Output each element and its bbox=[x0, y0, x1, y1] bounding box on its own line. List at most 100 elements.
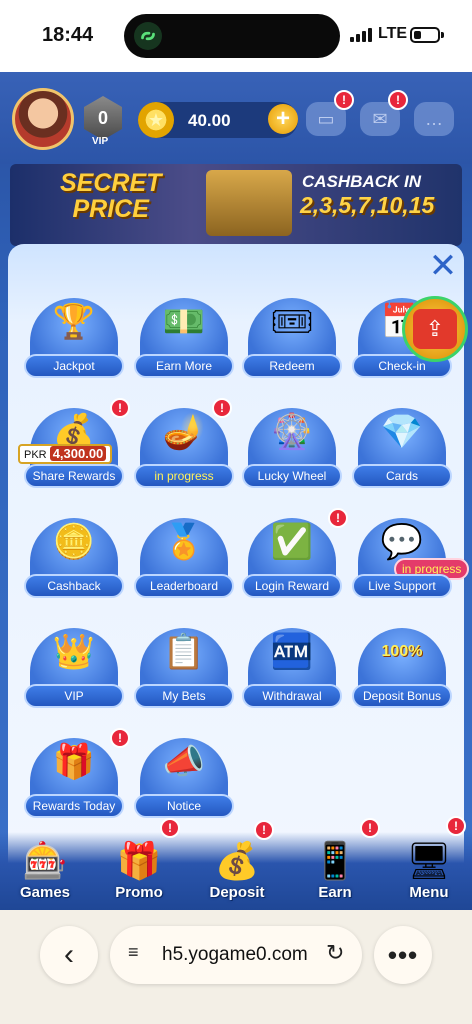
status-bar: 18:44 LTE bbox=[0, 0, 472, 72]
vip-level: 0 bbox=[97, 107, 108, 128]
alert-badge: ! bbox=[446, 816, 466, 836]
alert-badge: ! bbox=[160, 818, 180, 838]
nav-label: Promo bbox=[115, 884, 163, 901]
tile-earn-more[interactable]: 💵 Earn More bbox=[134, 290, 234, 382]
tile-leaderboard[interactable]: 🏅 Leaderboard bbox=[134, 510, 234, 602]
floating-gift-button[interactable]: ⇪ bbox=[402, 296, 468, 362]
cashback-days: 2,3,5,7,10,15 bbox=[300, 192, 435, 218]
coin-icon: ★ bbox=[138, 102, 174, 138]
nav-deposit[interactable]: 💰 Deposit ! bbox=[194, 820, 280, 910]
tile-my-bets[interactable]: 📋 My Bets bbox=[134, 620, 234, 712]
menu-panel: ✕ 🏆 Jackpot 💵 Earn More 🎟 Redeem 📅 Check… bbox=[8, 244, 470, 904]
earn-more-icon: 💵 bbox=[162, 303, 206, 341]
tile-label: Cashback bbox=[24, 574, 124, 598]
back-button[interactable]: ‹ bbox=[40, 926, 98, 984]
tile-share-rewards[interactable]: 💰 PKR 4,300.00 Share Rewards ! bbox=[18, 398, 130, 492]
tile-label: Redeem bbox=[242, 354, 342, 378]
tile-lucky-wheel[interactable]: 🎡 Lucky Wheel bbox=[242, 400, 342, 492]
tile-label: Live Support bbox=[352, 574, 452, 598]
address-bar[interactable]: ≡ h5.yogame0.com ↻ bbox=[110, 926, 362, 984]
bets-icon: 📋 bbox=[162, 633, 206, 671]
reader-audio-icon[interactable]: ≡ bbox=[128, 942, 139, 963]
share-reward-amount: PKR 4,300.00 bbox=[18, 444, 113, 464]
tile-label: Withdrawal bbox=[242, 684, 342, 708]
magic-lamp-icon: 🪔 bbox=[162, 413, 206, 451]
earn-icon: 📱 bbox=[312, 840, 358, 881]
url-text: h5.yogame0.com bbox=[162, 944, 308, 965]
tile-label: Notice bbox=[134, 794, 234, 818]
cashback-title: CASHBACK IN bbox=[302, 172, 421, 191]
atm-icon: 🏧 bbox=[270, 633, 314, 671]
more-button[interactable]: ••• bbox=[374, 926, 432, 984]
share-icon: ⇪ bbox=[413, 309, 457, 349]
promo-icon: 🎁 bbox=[116, 840, 162, 881]
nav-menu[interactable]: 🖥 Menu ! bbox=[386, 816, 472, 910]
tile-vip[interactable]: 👑 VIP bbox=[24, 620, 124, 712]
dynamic-island bbox=[124, 14, 340, 58]
tile-jackpot[interactable]: 🏆 Jackpot bbox=[24, 290, 124, 382]
add-funds-button[interactable]: + bbox=[268, 104, 298, 134]
signal-icon bbox=[350, 28, 372, 42]
tile-label: Cards bbox=[352, 464, 452, 488]
ellipsis-icon: ••• bbox=[387, 939, 419, 970]
alert-badge: ! bbox=[212, 398, 232, 418]
login-reward-icon: ✅ bbox=[270, 523, 314, 561]
game-view: 0 VIP ★ 40.00 + ▭ ! ✉ ! … SECRET PRICE C… bbox=[0, 72, 472, 910]
nav-games[interactable]: 🎰 Games bbox=[2, 832, 88, 910]
tile-label: Deposit Bonus bbox=[352, 684, 452, 708]
nav-label: Games bbox=[19, 884, 71, 901]
app-activity-icon bbox=[134, 22, 162, 50]
browser-toolbar: ‹ ≡ h5.yogame0.com ↻ ••• bbox=[0, 910, 472, 1024]
tile-label: Rewards Today bbox=[24, 794, 124, 818]
alert-badge: ! bbox=[328, 508, 348, 528]
balance-amount: 40.00 bbox=[188, 111, 231, 130]
avatar[interactable] bbox=[12, 88, 74, 150]
network-type: LTE bbox=[378, 25, 408, 42]
alert-badge: ! bbox=[110, 398, 130, 418]
tile-deposit-bonus[interactable]: 100% Deposit Bonus bbox=[352, 620, 452, 712]
menu-icon: 🖥 bbox=[406, 840, 452, 881]
tile-label: Share Rewards bbox=[24, 464, 124, 488]
wallet-alert-badge: ! bbox=[334, 90, 354, 110]
alert-badge: ! bbox=[360, 818, 380, 838]
alert-badge: ! bbox=[254, 820, 274, 840]
safe-illustration bbox=[206, 170, 292, 236]
mail-alert-badge: ! bbox=[388, 90, 408, 110]
tile-cards[interactable]: 💎 Cards bbox=[352, 400, 452, 492]
nav-label: Deposit bbox=[209, 884, 265, 901]
tile-redeem[interactable]: 🎟 Redeem bbox=[242, 290, 342, 382]
gift-box-icon: 🎁 bbox=[52, 743, 96, 781]
promo-banner[interactable]: SECRET PRICE CASHBACK IN 2,3,5,7,10,15 bbox=[10, 164, 462, 246]
reload-icon[interactable]: ↻ bbox=[326, 940, 344, 966]
bottom-nav: 🎰 Games 🎁 Promo ! 💰 Deposit ! 📱 Earn ! 🖥… bbox=[0, 816, 472, 910]
tile-login-reward[interactable]: ✅ Login Reward ! bbox=[242, 508, 348, 602]
banner-headline: SECRET PRICE bbox=[60, 169, 162, 223]
tile-withdrawal[interactable]: 🏧 Withdrawal bbox=[242, 620, 342, 712]
vip-label: VIP bbox=[92, 136, 109, 147]
status-time: 18:44 bbox=[42, 24, 94, 46]
tile-in-progress[interactable]: 🪔 in progress ! bbox=[134, 398, 234, 492]
tile-notice[interactable]: 📣 Notice bbox=[134, 730, 234, 822]
cards-icon: 💎 bbox=[380, 413, 424, 451]
vip-badge[interactable]: 0 bbox=[84, 96, 122, 140]
crown-icon: 👑 bbox=[52, 633, 96, 671]
games-icon: 🎰 bbox=[22, 840, 68, 881]
tile-label: My Bets bbox=[134, 684, 234, 708]
close-button[interactable]: ✕ bbox=[426, 249, 460, 283]
cashback-icon: 🪙 bbox=[52, 523, 96, 561]
code-icon: 🎟 bbox=[270, 303, 314, 341]
tile-label: VIP bbox=[24, 684, 124, 708]
tile-rewards-today[interactable]: 🎁 Rewards Today ! bbox=[24, 728, 130, 822]
tile-cashback[interactable]: 🪙 Cashback bbox=[24, 510, 124, 602]
leaderboard-icon: 🏅 bbox=[162, 523, 206, 561]
chevron-left-icon: ‹ bbox=[64, 938, 74, 971]
nav-promo[interactable]: 🎁 Promo ! bbox=[96, 818, 182, 910]
game-top-bar: 0 VIP ★ 40.00 + ▭ ! ✉ ! … bbox=[0, 72, 472, 164]
tile-label: in progress bbox=[134, 464, 234, 488]
nav-label: Earn bbox=[318, 884, 352, 901]
nav-earn[interactable]: 📱 Earn ! bbox=[292, 818, 380, 910]
nav-label: Menu bbox=[409, 884, 449, 901]
tile-live-support[interactable]: 💬 in progress Live Support bbox=[352, 510, 470, 602]
chat-icon[interactable]: … bbox=[414, 102, 454, 136]
alert-badge: ! bbox=[110, 728, 130, 748]
